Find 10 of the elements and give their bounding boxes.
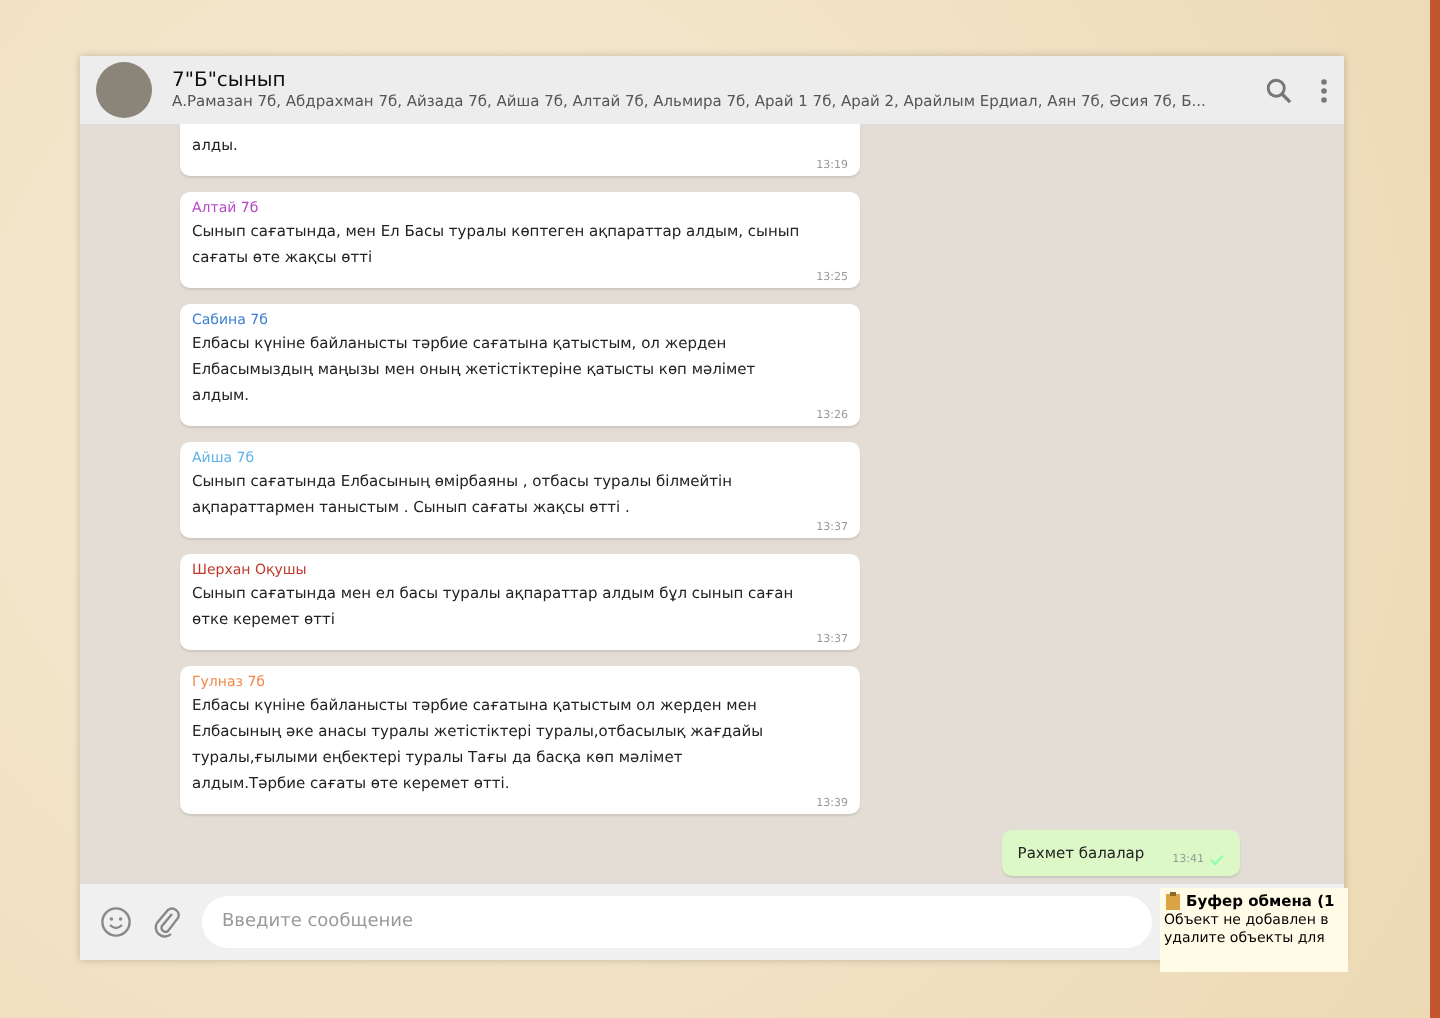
- clipboard-icon: [1164, 892, 1182, 910]
- message-input[interactable]: Введите сообщение: [222, 912, 1132, 932]
- search-icon[interactable]: [1266, 77, 1292, 103]
- message-field[interactable]: Введите сообщение: [202, 896, 1152, 948]
- menu-icon[interactable]: [1320, 77, 1328, 103]
- smiley-icon[interactable]: [100, 906, 132, 938]
- group-avatar: [96, 62, 152, 118]
- chat-title: 7"Б"сынып: [172, 70, 288, 92]
- check-icon: [1210, 854, 1224, 866]
- paperclip-icon[interactable]: [152, 906, 182, 938]
